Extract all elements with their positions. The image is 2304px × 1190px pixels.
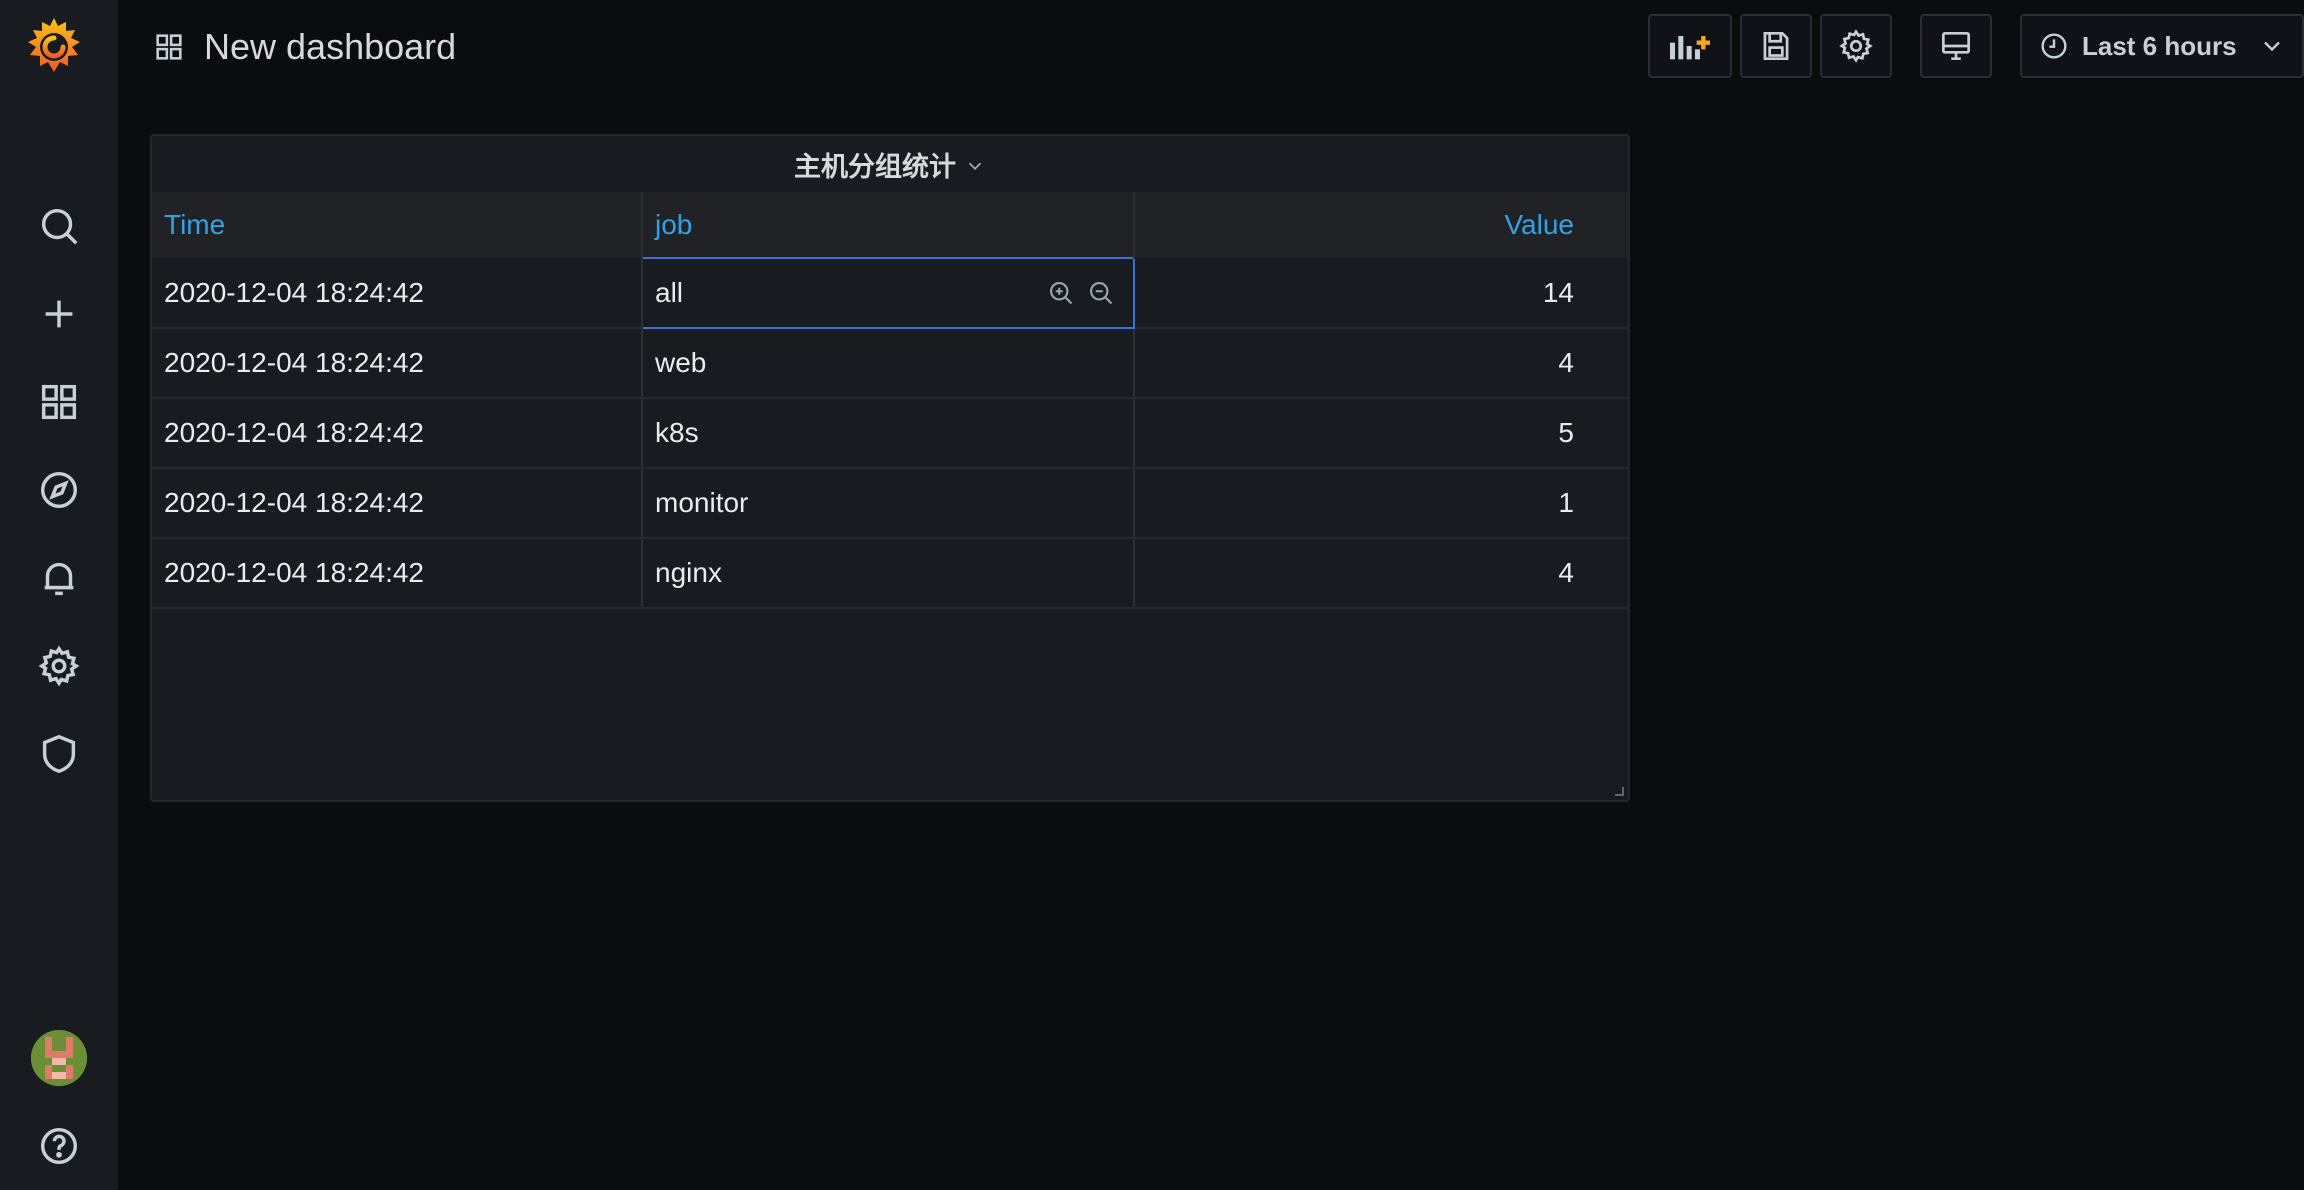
plus-icon[interactable]: [29, 284, 89, 344]
column-header-job[interactable]: job: [642, 192, 1135, 258]
save-dashboard-button[interactable]: [1740, 14, 1812, 78]
alerting-icon[interactable]: [29, 548, 89, 608]
table-cell-job[interactable]: k8s: [642, 398, 1135, 469]
table-cell-value: 1: [1134, 468, 1628, 539]
zoom-in-icon[interactable]: [1047, 279, 1075, 307]
table-cell-value: 14: [1134, 258, 1628, 329]
table-cell-job[interactable]: all: [641, 257, 1135, 329]
table-cell-value: 5: [1134, 398, 1628, 469]
table-row: 2020-12-04 18:24:42 monitor 1: [152, 468, 1628, 539]
column-header-value[interactable]: Value: [1134, 192, 1628, 258]
table-cell-time: 2020-12-04 18:24:42: [152, 538, 643, 609]
panel-resize-handle-icon[interactable]: [1612, 784, 1624, 796]
top-bar: New dashboard Last 6 hours: [118, 0, 2304, 92]
time-range-label: Last 6 hours: [2082, 30, 2237, 61]
explore-icon[interactable]: [29, 460, 89, 520]
cell-filter-actions: [1047, 279, 1115, 307]
table-row: 2020-12-04 18:24:42 web 4: [152, 328, 1628, 399]
column-header-time[interactable]: Time: [152, 192, 643, 258]
dashboard-grid-icon: [156, 34, 182, 60]
data-table: Time job Value 2020-12-04 18:24:42 all 1…: [152, 192, 1628, 609]
table-cell-time: 2020-12-04 18:24:42: [152, 258, 643, 329]
chevron-down-icon: [2264, 41, 2280, 52]
shield-icon[interactable]: [29, 724, 89, 784]
panel-header[interactable]: 主机分组统计: [152, 136, 1628, 192]
grafana-logo-icon[interactable]: [22, 14, 86, 78]
table-cell-value: 4: [1134, 538, 1628, 609]
chevron-down-icon[interactable]: [964, 155, 986, 177]
table-cell-job[interactable]: nginx: [642, 538, 1135, 609]
time-range-picker[interactable]: Last 6 hours: [2020, 14, 2304, 78]
table-row: 2020-12-04 18:24:42 all 14: [152, 257, 1628, 329]
sidebar: [0, 0, 118, 1190]
table-cell-value: 4: [1134, 328, 1628, 399]
table-cell-time: 2020-12-04 18:24:42: [152, 398, 643, 469]
avatar[interactable]: [31, 1030, 87, 1086]
table-cell-time: 2020-12-04 18:24:42: [152, 328, 643, 399]
table-panel: 主机分组统计 Time job Value 2020-12-04 18:24:4…: [150, 134, 1630, 802]
cycle-view-mode-button[interactable]: [1920, 14, 1992, 78]
panel-title[interactable]: 主机分组统计: [794, 145, 956, 184]
add-panel-button[interactable]: [1648, 14, 1732, 78]
gear-icon: [1839, 29, 1873, 63]
table-row: 2020-12-04 18:24:42 nginx 4: [152, 538, 1628, 609]
help-icon[interactable]: [29, 1116, 89, 1176]
table-row: 2020-12-04 18:24:42 k8s 5: [152, 398, 1628, 469]
table-cell-job[interactable]: monitor: [642, 468, 1135, 539]
table-cell-job[interactable]: web: [642, 328, 1135, 399]
dashboard-settings-button[interactable]: [1820, 14, 1892, 78]
table-cell-time: 2020-12-04 18:24:42: [152, 468, 643, 539]
dashboards-icon[interactable]: [29, 372, 89, 432]
zoom-out-icon[interactable]: [1087, 279, 1115, 307]
dashboard-title-area: New dashboard: [152, 24, 456, 70]
save-icon: [1763, 31, 1789, 61]
add-panel-icon: [1670, 36, 1710, 60]
table-header-row: Time job Value: [152, 192, 1628, 258]
settings-icon[interactable]: [29, 636, 89, 696]
page-title[interactable]: New dashboard: [204, 26, 456, 68]
clock-icon: [2041, 33, 2067, 59]
table-cell-job-text: all: [655, 277, 684, 308]
search-icon[interactable]: [29, 196, 89, 256]
monitor-icon: [1941, 31, 1971, 61]
